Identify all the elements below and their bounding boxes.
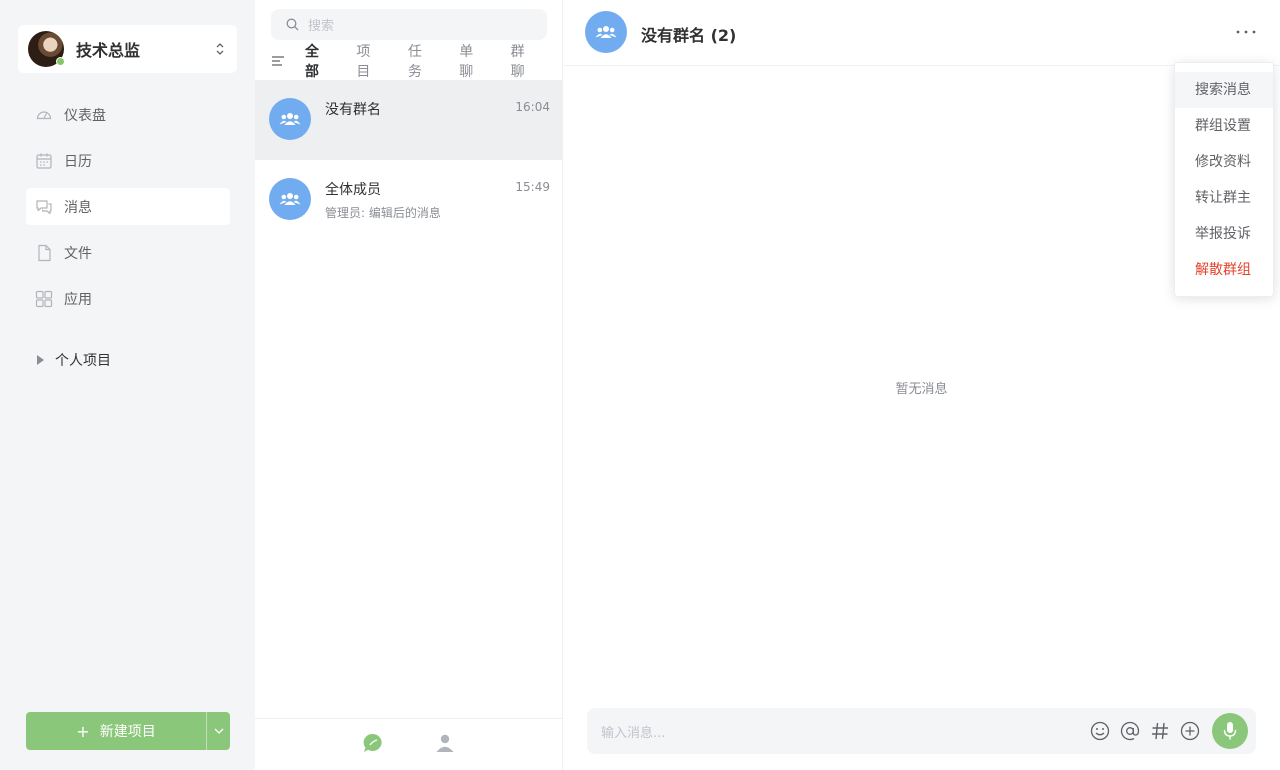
calendar-icon: [35, 152, 53, 170]
filter-tab-projects[interactable]: 项目: [356, 41, 383, 81]
group-avatar: [269, 178, 311, 220]
search-input[interactable]: 搜索: [271, 9, 547, 40]
plus-icon: +: [76, 721, 90, 741]
empty-state-text: 暂无消息: [895, 382, 948, 397]
menu-item-group-settings[interactable]: 群组设置: [1175, 108, 1273, 144]
search-icon: [286, 18, 299, 31]
menu-item-edit-profile[interactable]: 修改资料: [1175, 144, 1273, 180]
conversation-name: 没有群名: [325, 102, 381, 118]
message-composer: 输入消息...: [587, 708, 1256, 754]
conversation-preview: 管理员: 编辑后的消息: [325, 206, 441, 220]
group-icon: [595, 26, 617, 38]
add-circle-icon[interactable]: [1178, 719, 1202, 743]
user-switcher[interactable]: 技术总监: [18, 25, 237, 73]
conversation-item[interactable]: 全体成员 15:49 管理员: 编辑后的消息: [255, 160, 562, 240]
nav-label: 消息: [64, 199, 92, 216]
user-name: 技术总监: [76, 41, 141, 60]
conversation-item[interactable]: 没有群名 16:04: [255, 80, 562, 160]
contacts-tab-icon[interactable]: [434, 732, 456, 758]
chevron-down-icon: [214, 728, 223, 734]
nav-item-calendar[interactable]: 日历: [26, 142, 230, 179]
main-nav: 仪表盘 日历 消息 文件 应用: [26, 96, 230, 326]
filter-tab-direct[interactable]: 单聊: [459, 41, 486, 81]
nav-item-dashboard[interactable]: 仪表盘: [26, 96, 230, 133]
nav-item-apps[interactable]: 应用: [26, 280, 230, 317]
online-status-dot: [56, 57, 65, 66]
file-icon: [35, 244, 53, 262]
conversation-name: 全体成员: [325, 182, 381, 198]
dashboard-icon: [35, 106, 53, 124]
group-avatar: [585, 11, 627, 53]
new-project-label: 新建项目: [99, 724, 156, 740]
mention-icon[interactable]: [1118, 719, 1142, 743]
new-project-button[interactable]: + 新建项目: [26, 712, 206, 750]
new-project-button-group: + 新建项目: [26, 712, 230, 750]
voice-record-button[interactable]: [1212, 713, 1248, 749]
nav-item-messages[interactable]: 消息: [26, 188, 230, 225]
chat-header: 没有群名 (2): [563, 0, 1280, 66]
filter-tab-all[interactable]: 全部: [305, 41, 332, 81]
personal-projects-label: 个人项目: [55, 353, 111, 369]
caret-right-icon: [37, 355, 44, 365]
conversation-filters: 全部 项目 任务 单聊 群聊: [271, 44, 562, 80]
chat-tab-icon[interactable]: [362, 732, 384, 758]
message-icon: [35, 198, 53, 216]
sort-icon[interactable]: [271, 52, 285, 71]
nav-label: 文件: [64, 245, 92, 262]
group-avatar: [269, 98, 311, 140]
nav-label: 应用: [64, 291, 92, 308]
new-project-dropdown-button[interactable]: [206, 712, 230, 750]
menu-item-report[interactable]: 举报投诉: [1175, 216, 1273, 252]
chat-options-menu: 搜索消息 群组设置 修改资料 转让群主 举报投诉 解散群组: [1174, 62, 1274, 297]
menu-item-search-messages[interactable]: 搜索消息: [1175, 72, 1273, 108]
conversation-footer: [255, 718, 562, 770]
more-options-button[interactable]: [1232, 20, 1260, 44]
topic-hash-icon[interactable]: [1148, 719, 1172, 743]
menu-item-dissolve-group[interactable]: 解散群组: [1175, 252, 1273, 288]
filter-tab-tasks[interactable]: 任务: [408, 41, 435, 81]
chevron-up-down-icon: [213, 39, 227, 59]
nav-item-files[interactable]: 文件: [26, 234, 230, 271]
conversation-time: 15:49: [515, 180, 550, 194]
emoji-icon[interactable]: [1088, 719, 1112, 743]
chat-title: 没有群名 (2): [641, 26, 737, 45]
nav-label: 日历: [64, 153, 92, 170]
personal-projects-toggle[interactable]: 个人项目: [37, 350, 111, 370]
microphone-icon: [1223, 722, 1237, 740]
apps-icon: [35, 290, 53, 308]
filter-tab-groups[interactable]: 群聊: [511, 41, 538, 81]
conversation-list-panel: 搜索 全部 项目 任务 单聊 群聊 没有群名 16:04 全体成员 15:49 …: [255, 0, 563, 770]
sidebar: 技术总监 仪表盘 日历 消息 文件 应用 个人项目 + 新建项目: [0, 0, 255, 770]
group-icon: [279, 113, 301, 125]
search-placeholder: 搜索: [308, 19, 335, 34]
more-horizontal-icon: [1236, 30, 1256, 34]
message-input[interactable]: 输入消息...: [601, 722, 1088, 741]
menu-item-transfer-owner[interactable]: 转让群主: [1175, 180, 1273, 216]
nav-label: 仪表盘: [64, 107, 106, 124]
avatar: [28, 31, 65, 67]
conversation-time: 16:04: [515, 100, 550, 114]
chat-panel: 没有群名 (2) 暂无消息 搜索消息 群组设置 修改资料 转让群主 举报投诉 解…: [563, 0, 1280, 770]
group-icon: [279, 193, 301, 205]
